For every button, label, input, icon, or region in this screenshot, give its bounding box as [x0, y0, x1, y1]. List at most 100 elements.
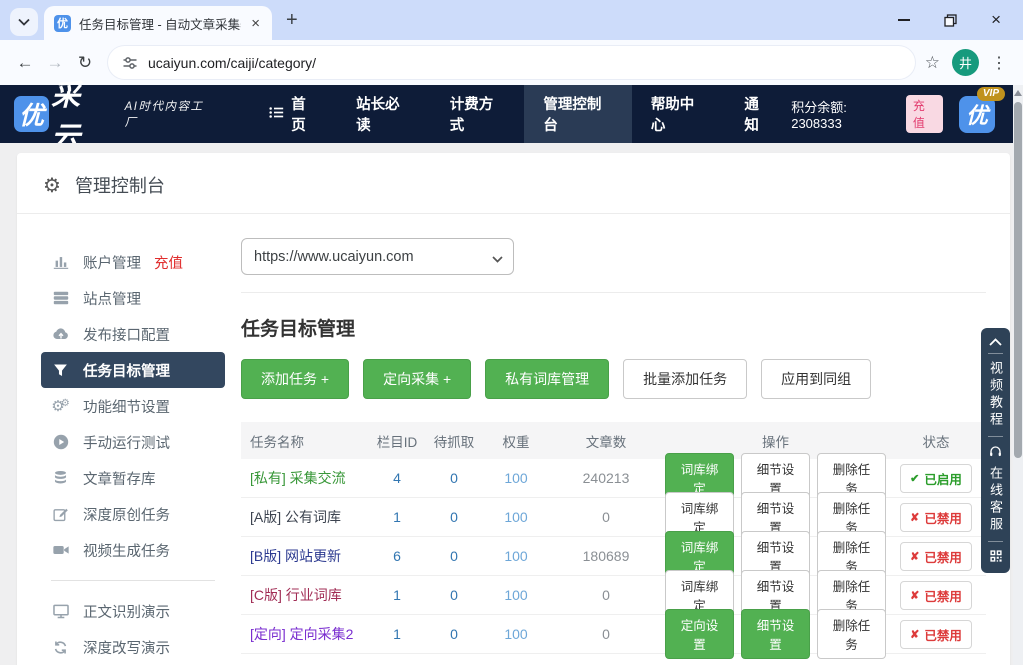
nav-item-1[interactable]: 首页: [250, 85, 337, 143]
sidebar-item-4[interactable]: 任务目标管理: [41, 352, 225, 388]
pending-value[interactable]: 0: [423, 548, 485, 564]
column-id-value[interactable]: 6: [371, 548, 423, 564]
weight-value[interactable]: 100: [485, 626, 547, 642]
reload-button[interactable]: ↻: [70, 53, 100, 73]
logo-icon[interactable]: 优: [14, 96, 49, 132]
sidebar-item-8[interactable]: 深度原创任务: [41, 496, 225, 532]
forward-button[interactable]: →: [40, 53, 70, 73]
user-avatar[interactable]: 优 VIP: [959, 96, 995, 133]
status-button[interactable]: ✘已禁用: [900, 542, 972, 571]
weight-value[interactable]: 100: [485, 470, 547, 486]
online-service-link[interactable]: 在线客服: [986, 466, 1005, 534]
sidebar-item-label: 正文识别演示: [83, 601, 170, 622]
browser-tab[interactable]: 优 任务目标管理 - 自动文章采集器 ×: [44, 6, 272, 40]
scroll-up-arrow[interactable]: [1014, 90, 1022, 96]
content-card: ⚙ 管理控制台 账户管理充值站点管理发布接口配置任务目标管理⚙⚙功能细节设置手动…: [17, 153, 1010, 665]
task-name: [C版] 行业词库: [241, 585, 371, 605]
column-header: 待抓取: [423, 431, 485, 451]
column-header: 栏目ID: [371, 431, 423, 451]
sidebar-item-11[interactable]: 正文识别演示: [41, 593, 225, 629]
nav-item-label: 管理控制台: [543, 93, 612, 135]
address-bar[interactable]: ucaiyun.com/caiji/category/: [108, 46, 915, 79]
column-header: 操作: [665, 431, 886, 451]
tab-close-icon[interactable]: ×: [249, 15, 262, 32]
scrollbar-thumb[interactable]: [1014, 102, 1022, 458]
articles-count: 0: [547, 587, 665, 603]
page-scrollbar[interactable]: [1013, 85, 1023, 665]
refresh-icon: [51, 639, 70, 656]
sidebar-item-label: 视频生成任务: [83, 540, 170, 561]
window-restore-button[interactable]: [944, 14, 957, 27]
nav-item-3[interactable]: 计费方式: [431, 85, 525, 143]
action-button-3[interactable]: 私有词库管理: [485, 359, 609, 399]
nav-item-5[interactable]: 帮助中心: [632, 85, 726, 143]
weight-value[interactable]: 100: [485, 587, 547, 603]
column-header: 文章数: [547, 431, 665, 451]
sidebar-item-9[interactable]: 视频生成任务: [41, 532, 225, 568]
status-button[interactable]: ✘已禁用: [900, 503, 972, 532]
task-name: [私有] 采集交流: [241, 468, 371, 488]
op-button[interactable]: 定向设置: [665, 609, 734, 659]
sidebar-item-label: 功能细节设置: [83, 396, 170, 417]
sidebar-item-7[interactable]: 文章暂存库: [41, 460, 225, 496]
sidebar-item-2[interactable]: 站点管理: [41, 280, 225, 316]
window-close-button[interactable]: ×: [991, 10, 1001, 30]
column-id-value[interactable]: 1: [371, 509, 423, 525]
sidebar-item-5[interactable]: ⚙⚙ 功能细节设置: [41, 388, 225, 424]
sidebar-item-label: 手动运行测试: [83, 432, 170, 453]
pending-value[interactable]: 0: [423, 509, 485, 525]
window-controls: ×: [898, 10, 1023, 30]
qr-code-icon[interactable]: [989, 549, 1003, 563]
action-button-4[interactable]: 批量添加任务: [623, 359, 747, 399]
sidebar-recharge-link[interactable]: 充值: [154, 252, 183, 273]
gears-icon: ⚙⚙: [51, 399, 70, 414]
back-button[interactable]: ←: [10, 53, 40, 73]
browser-menu-icon[interactable]: ⋮: [991, 53, 1007, 73]
action-button-2[interactable]: 定向采集 +: [363, 359, 471, 399]
op-button[interactable]: 细节设置: [741, 609, 810, 659]
column-id-value[interactable]: 1: [371, 626, 423, 642]
action-buttons: 添加任务 + 定向采集 + 私有词库管理批量添加任务应用到同组: [241, 359, 986, 399]
main-content: https://www.ucaiyun.com 任务目标管理 添加任务 +定向采…: [241, 238, 1010, 665]
status-button[interactable]: ✔已启用: [900, 464, 972, 493]
status-button[interactable]: ✘已禁用: [900, 620, 972, 649]
sidebar-item-6[interactable]: 手动运行测试: [41, 424, 225, 460]
sidebar-item-12[interactable]: 深度改写演示: [41, 629, 225, 665]
status-label: 已禁用: [924, 547, 962, 566]
action-button-5[interactable]: 应用到同组: [761, 359, 871, 399]
header-right: 积分余额: 2308333 充值 优 VIP: [791, 95, 1009, 133]
nav-item-2[interactable]: 站长必读: [337, 85, 431, 143]
status-button[interactable]: ✘已禁用: [900, 581, 972, 610]
page-background: ⚙ 管理控制台 账户管理充值站点管理发布接口配置任务目标管理⚙⚙功能细节设置手动…: [0, 143, 1023, 665]
task-name: [定向] 定向采集2: [241, 624, 371, 644]
browser-tab-strip: 优 任务目标管理 - 自动文章采集器 × + ×: [0, 0, 1023, 40]
nav-item-label: 首页: [291, 93, 318, 135]
op-button[interactable]: 删除任务: [817, 609, 886, 659]
nav-item-4[interactable]: 管理控制台: [524, 85, 631, 143]
headset-icon[interactable]: [988, 444, 1003, 459]
x-icon: ✘: [910, 511, 919, 524]
bookmark-star-icon[interactable]: ☆: [925, 53, 940, 73]
browser-profile-avatar[interactable]: 井: [952, 49, 979, 76]
site-select[interactable]: https://www.ucaiyun.com: [241, 238, 514, 275]
column-id-value[interactable]: 4: [371, 470, 423, 486]
database-icon: [51, 469, 70, 487]
browser-toolbar: ← → ↻ ucaiyun.com/caiji/category/ ☆ 井 ⋮: [0, 40, 1023, 85]
video-tutorial-link[interactable]: 视频教程: [986, 361, 1005, 429]
action-button-1[interactable]: 添加任务 +: [241, 359, 349, 399]
tab-search-button[interactable]: [10, 8, 38, 36]
sidebar-item-label: 文章暂存库: [83, 468, 156, 489]
new-tab-button[interactable]: +: [286, 10, 298, 30]
sidebar-item-1[interactable]: 账户管理充值: [41, 244, 225, 280]
sidebar-item-3[interactable]: 发布接口配置: [41, 316, 225, 352]
collapse-chevron-icon[interactable]: [989, 338, 1002, 346]
window-minimize-button[interactable]: [898, 19, 910, 21]
weight-value[interactable]: 100: [485, 509, 547, 525]
recharge-button[interactable]: 充值: [906, 95, 943, 133]
column-id-value[interactable]: 1: [371, 587, 423, 603]
pending-value[interactable]: 0: [423, 626, 485, 642]
pending-value[interactable]: 0: [423, 470, 485, 486]
weight-value[interactable]: 100: [485, 548, 547, 564]
pending-value[interactable]: 0: [423, 587, 485, 603]
nav-item-6[interactable]: 通知: [725, 85, 791, 143]
